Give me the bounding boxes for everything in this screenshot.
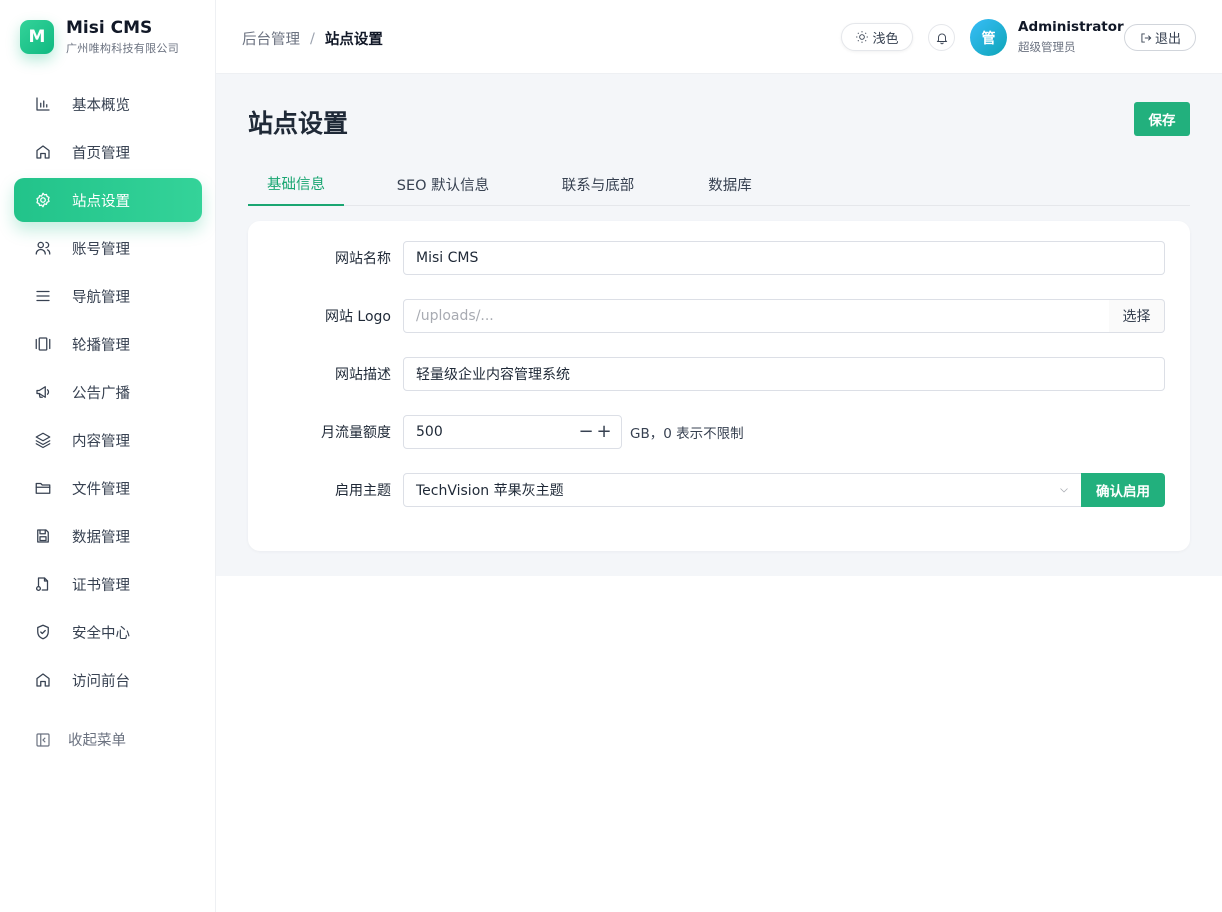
sidebar-item-label: 公告广播	[72, 385, 130, 402]
sun-icon	[856, 31, 869, 43]
theme-toggle-button[interactable]: 浅色	[841, 23, 913, 51]
logout-label: 退出	[1154, 32, 1181, 47]
breadcrumb: 后台管理 / 站点设置	[242, 28, 383, 49]
site-name-input[interactable]: Misi CMS	[403, 241, 1165, 275]
main-content: 站点设置 保存 基础信息 SEO 默认信息 联系与底部 数据库 网站名称 Mis…	[216, 74, 1222, 576]
chevron-down-icon	[1058, 473, 1070, 507]
home-icon	[34, 143, 52, 161]
collapse-menu-button[interactable]: 收起菜单	[34, 729, 126, 750]
brand-name: Misi CMS	[66, 18, 153, 38]
brand-logo: M	[20, 20, 54, 54]
theme-toggle-label: 浅色	[872, 31, 899, 47]
notifications-button[interactable]	[928, 24, 955, 51]
sidebar-item-label: 站点设置	[72, 193, 130, 210]
sidebar-item-visit-frontend[interactable]: 访问前台	[14, 658, 202, 702]
gear-icon	[34, 191, 52, 209]
breadcrumb-parent[interactable]: 后台管理	[242, 28, 300, 49]
tab-seo-defaults[interactable]: SEO 默认信息	[378, 162, 508, 206]
menu-icon	[34, 287, 52, 305]
users-icon	[34, 239, 52, 257]
sidebar-item-data[interactable]: 数据管理	[14, 514, 202, 558]
site-description-input[interactable]: 轻量级企业内容管理系统	[403, 357, 1165, 391]
basic-info-form: 网站名称 Misi CMS 网站 Logo /uploads/... 选择 网站…	[248, 221, 1190, 551]
form-row-site-name: 网站名称 Misi CMS	[248, 241, 1190, 275]
sidebar: M Misi CMS 广州唯构科技有限公司 基本概览 首页管理 站点设置 账号管…	[0, 0, 216, 912]
certificate-icon	[34, 575, 52, 593]
sidebar-item-files[interactable]: 文件管理	[14, 466, 202, 510]
sidebar-item-certificates[interactable]: 证书管理	[14, 562, 202, 606]
user-role: 超级管理员	[1018, 40, 1076, 54]
breadcrumb-current: 站点设置	[324, 32, 383, 48]
save-icon	[34, 527, 52, 545]
traffic-quota-hint: GB，0 表示不限制	[630, 426, 744, 442]
decrement-button[interactable]: −	[577, 423, 595, 441]
sidebar-item-label: 证书管理	[72, 577, 130, 594]
avatar[interactable]: 管	[970, 19, 1007, 56]
increment-button[interactable]: +	[595, 423, 613, 441]
home-icon	[34, 671, 52, 689]
apply-theme-button[interactable]: 确认启用	[1081, 473, 1165, 507]
sidebar-item-navigation[interactable]: 导航管理	[14, 274, 202, 318]
sidebar-item-label: 内容管理	[72, 433, 130, 450]
page-title: 站点设置	[248, 109, 349, 138]
megaphone-icon	[34, 383, 52, 401]
breadcrumb-separator: /	[310, 30, 315, 47]
site-description-label: 网站描述	[335, 367, 391, 383]
bell-icon	[936, 32, 947, 44]
sidebar-nav: 基本概览 首页管理 站点设置 账号管理 导航管理 轮播管理 公告广播 内容管理	[14, 82, 202, 706]
brand-subtitle: 广州唯构科技有限公司	[66, 42, 179, 55]
settings-tabs: 基础信息 SEO 默认信息 联系与底部 数据库	[248, 162, 1190, 206]
sidebar-item-home[interactable]: 首页管理	[14, 130, 202, 174]
user-info: Administrator 超级管理员	[1018, 19, 1124, 55]
tab-basic-info[interactable]: 基础信息	[248, 162, 344, 206]
save-button[interactable]: 保存	[1134, 102, 1190, 136]
select-logo-button[interactable]: 选择	[1109, 299, 1165, 333]
form-row-theme: 启用主题 TechVision 苹果灰主题 确认启用	[248, 473, 1190, 507]
theme-select[interactable]: TechVision 苹果灰主题	[403, 473, 1082, 507]
sidebar-item-label: 轮播管理	[72, 337, 130, 354]
site-logo-input[interactable]: /uploads/...	[403, 299, 1110, 333]
tab-database[interactable]: 数据库	[692, 162, 768, 206]
sidebar-item-label: 数据管理	[72, 529, 130, 546]
sidebar-item-announcements[interactable]: 公告广播	[14, 370, 202, 414]
user-name: Administrator	[1018, 19, 1124, 35]
sidebar-item-carousel[interactable]: 轮播管理	[14, 322, 202, 366]
sidebar-item-overview[interactable]: 基本概览	[14, 82, 202, 126]
tab-contact-footer[interactable]: 联系与底部	[544, 162, 652, 206]
bar-chart-icon	[34, 95, 52, 113]
form-row-traffic-quota: 月流量额度 500 − + GB，0 表示不限制	[248, 415, 1190, 449]
shield-icon	[34, 623, 52, 641]
sidebar-item-label: 文件管理	[72, 481, 130, 498]
sidebar-item-label: 导航管理	[72, 289, 130, 306]
sidebar-item-label: 基本概览	[72, 97, 130, 114]
sidebar-item-label: 首页管理	[72, 145, 130, 162]
logout-icon	[1141, 32, 1152, 43]
collapse-menu-label: 收起菜单	[68, 733, 126, 749]
site-logo-label: 网站 Logo	[324, 309, 391, 325]
sidebar-item-label: 访问前台	[72, 673, 130, 690]
sidebar-item-content[interactable]: 内容管理	[14, 418, 202, 462]
sidebar-item-site-settings[interactable]: 站点设置	[14, 178, 202, 222]
carousel-icon	[34, 335, 52, 353]
site-name-label: 网站名称	[335, 251, 391, 267]
top-header: 后台管理 / 站点设置 浅色 管 Administrator 超级管理员 退出	[216, 0, 1222, 74]
layers-icon	[34, 431, 52, 449]
sidebar-item-accounts[interactable]: 账号管理	[14, 226, 202, 270]
logout-button[interactable]: 退出	[1124, 24, 1196, 51]
sidebar-item-label: 安全中心	[72, 625, 130, 642]
theme-label: 启用主题	[335, 483, 391, 499]
folder-icon	[34, 479, 52, 497]
form-row-site-logo: 网站 Logo /uploads/... 选择	[248, 299, 1190, 333]
sidebar-item-security[interactable]: 安全中心	[14, 610, 202, 654]
sidebar-collapse-icon	[36, 732, 50, 747]
brand[interactable]: M Misi CMS 广州唯构科技有限公司	[20, 18, 179, 56]
sidebar-item-label: 账号管理	[72, 241, 130, 258]
traffic-quota-label: 月流量额度	[321, 425, 391, 441]
form-row-site-description: 网站描述 轻量级企业内容管理系统	[248, 357, 1190, 391]
